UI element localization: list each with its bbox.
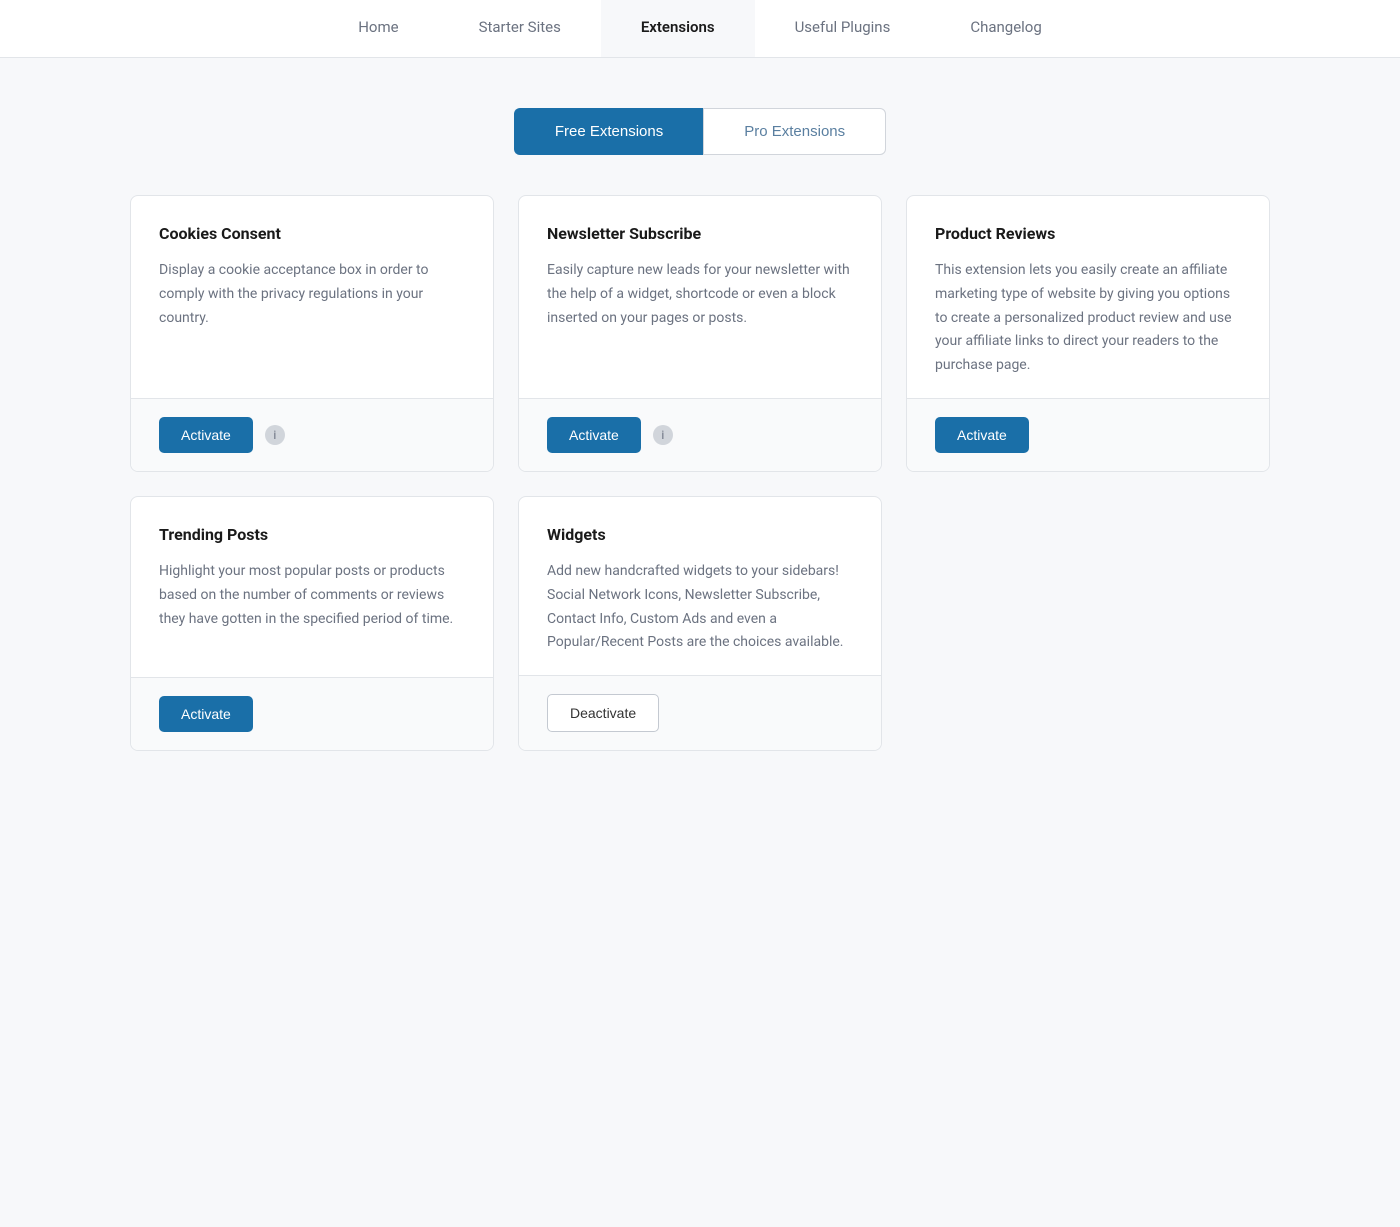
card-cookies-consent-footer: Activate i: [131, 398, 493, 471]
card-cookies-consent: Cookies Consent Display a cookie accepta…: [130, 195, 494, 472]
card-product-reviews-footer: Activate: [907, 398, 1269, 471]
card-product-reviews-desc: This extension lets you easily create an…: [935, 259, 1241, 378]
card-trending-posts-desc: Highlight your most popular posts or pro…: [159, 560, 465, 631]
card-newsletter-subscribe-desc: Easily capture new leads for your newsle…: [547, 259, 853, 330]
card-product-reviews: Product Reviews This extension lets you …: [906, 195, 1270, 472]
card-widgets-body: Widgets Add new handcrafted widgets to y…: [519, 497, 881, 675]
card-trending-posts-footer: Activate: [131, 677, 493, 750]
card-newsletter-subscribe: Newsletter Subscribe Easily capture new …: [518, 195, 882, 472]
nav-item-changelog[interactable]: Changelog: [930, 0, 1081, 57]
nav-item-useful-plugins[interactable]: Useful Plugins: [755, 0, 931, 57]
card-product-reviews-body: Product Reviews This extension lets you …: [907, 196, 1269, 398]
activate-product-reviews-button[interactable]: Activate: [935, 417, 1029, 453]
main-content: Free Extensions Pro Extensions Cookies C…: [110, 58, 1290, 801]
card-widgets: Widgets Add new handcrafted widgets to y…: [518, 496, 882, 751]
card-widgets-title: Widgets: [547, 525, 853, 544]
card-newsletter-subscribe-footer: Activate i: [519, 398, 881, 471]
tab-free-extensions[interactable]: Free Extensions: [514, 108, 703, 155]
nav-bar: Home Starter Sites Extensions Useful Plu…: [0, 0, 1400, 58]
extensions-grid-row1: Cookies Consent Display a cookie accepta…: [130, 195, 1270, 472]
card-cookies-consent-body: Cookies Consent Display a cookie accepta…: [131, 196, 493, 398]
extensions-grid-row2: Trending Posts Highlight your most popul…: [130, 496, 1270, 751]
nav-item-extensions[interactable]: Extensions: [601, 0, 755, 57]
card-widgets-desc: Add new handcrafted widgets to your side…: [547, 560, 853, 655]
deactivate-widgets-button[interactable]: Deactivate: [547, 694, 659, 732]
card-cookies-consent-title: Cookies Consent: [159, 224, 465, 243]
empty-slot-row2: [906, 496, 1270, 751]
activate-newsletter-subscribe-button[interactable]: Activate: [547, 417, 641, 453]
activate-cookies-consent-button[interactable]: Activate: [159, 417, 253, 453]
card-trending-posts-title: Trending Posts: [159, 525, 465, 544]
info-cookies-consent-icon[interactable]: i: [265, 425, 285, 445]
card-newsletter-subscribe-body: Newsletter Subscribe Easily capture new …: [519, 196, 881, 398]
nav-item-starter-sites[interactable]: Starter Sites: [439, 0, 601, 57]
card-trending-posts: Trending Posts Highlight your most popul…: [130, 496, 494, 751]
tab-pro-extensions[interactable]: Pro Extensions: [703, 108, 886, 155]
card-product-reviews-title: Product Reviews: [935, 224, 1241, 243]
card-trending-posts-body: Trending Posts Highlight your most popul…: [131, 497, 493, 677]
nav-item-home[interactable]: Home: [318, 0, 438, 57]
tab-switcher: Free Extensions Pro Extensions: [130, 108, 1270, 155]
card-newsletter-subscribe-title: Newsletter Subscribe: [547, 224, 853, 243]
card-cookies-consent-desc: Display a cookie acceptance box in order…: [159, 259, 465, 330]
activate-trending-posts-button[interactable]: Activate: [159, 696, 253, 732]
info-newsletter-subscribe-icon[interactable]: i: [653, 425, 673, 445]
card-widgets-footer: Deactivate: [519, 675, 881, 750]
